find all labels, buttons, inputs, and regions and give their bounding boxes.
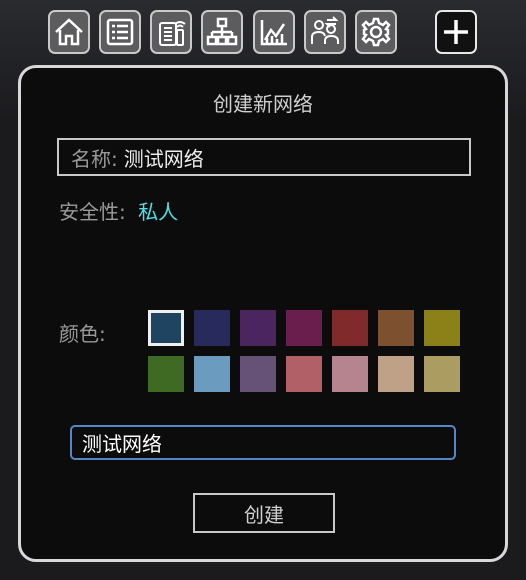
color-swatch[interactable] [194,356,230,392]
security-row[interactable]: 安全性: 私人 [59,196,178,225]
hierarchy-icon [206,17,238,46]
color-swatch[interactable] [148,356,184,392]
create-button[interactable]: 创建 [193,493,335,533]
color-swatch[interactable] [194,310,230,346]
security-value[interactable]: 私人 [138,200,178,224]
home-icon [55,18,83,46]
create-network-dialog: 创建新网络 名称: 测试网络 安全性: 私人 颜色: 创建 [18,65,508,562]
color-label: 颜色: [59,322,106,346]
color-swatch[interactable] [424,356,460,392]
color-swatch[interactable] [378,310,414,346]
dialog-title: 创建新网络 [213,92,313,116]
color-swatch[interactable] [332,356,368,392]
network-card-button[interactable] [150,10,192,54]
list-icon [106,18,134,46]
network-name-input[interactable] [70,425,456,460]
hierarchy-button[interactable] [201,10,243,54]
color-swatch[interactable] [148,310,184,346]
color-swatch[interactable] [424,310,460,346]
color-swatch[interactable] [240,310,276,346]
color-swatch[interactable] [378,356,414,392]
add-network-button[interactable] [435,10,477,54]
color-swatch[interactable] [332,310,368,346]
users-button[interactable] [304,10,346,54]
security-label: 安全性: [59,200,126,224]
network-card-icon [159,21,186,46]
color-swatch[interactable] [240,356,276,392]
color-swatch[interactable] [286,310,322,346]
settings-button[interactable] [355,10,397,54]
plus-icon [444,20,468,44]
gear-icon [361,17,391,47]
users-swap-icon [311,16,339,44]
statistics-button[interactable] [253,10,295,54]
list-button[interactable] [99,10,141,54]
name-label: 名称: [71,146,118,171]
color-swatch[interactable] [286,356,322,392]
network-name-display: 名称: 测试网络 [57,138,471,176]
name-value: 测试网络 [123,146,204,171]
home-button[interactable] [48,10,90,54]
chart-icon [260,20,287,46]
